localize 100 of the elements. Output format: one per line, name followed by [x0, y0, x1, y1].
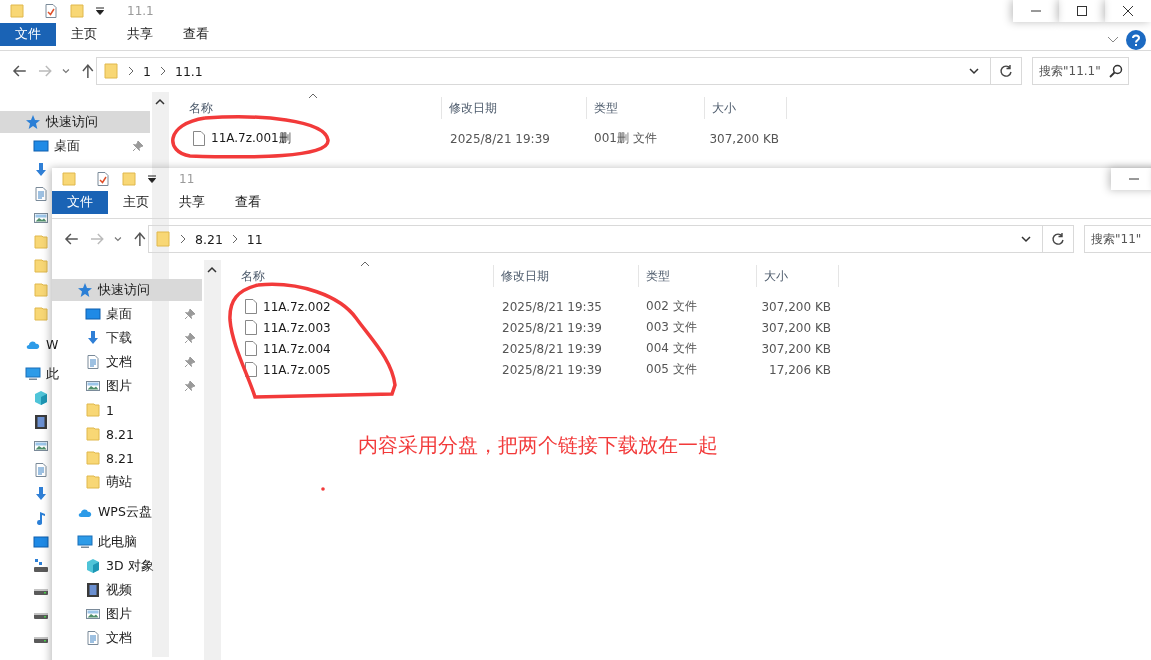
- breadcrumb-chevron-icon[interactable]: [179, 234, 187, 244]
- document-icon[interactable]: [33, 462, 49, 478]
- column-header[interactable]: 大小: [705, 97, 787, 119]
- nav-item[interactable]: 快速访问: [52, 279, 202, 301]
- column-header[interactable]: 名称: [169, 97, 442, 119]
- refresh-button[interactable]: [991, 57, 1022, 85]
- column-header[interactable]: 名称: [221, 265, 494, 287]
- ribbon-tab[interactable]: 主页: [108, 191, 164, 214]
- up-arrow-icon[interactable]: [132, 231, 148, 247]
- file-name[interactable]: 11A.7z.005: [221, 362, 494, 377]
- document-icon[interactable]: [85, 630, 101, 646]
- document-icon[interactable]: [85, 354, 101, 370]
- properties-icon[interactable]: [43, 3, 59, 19]
- pin-icon[interactable]: [184, 380, 196, 392]
- ribbon-tab[interactable]: 文件: [52, 191, 108, 214]
- film-icon[interactable]: [85, 582, 101, 598]
- breadcrumb-chevron-icon[interactable]: [230, 234, 239, 244]
- ribbon-tab[interactable]: 文件: [0, 23, 56, 46]
- picture-icon[interactable]: [85, 378, 101, 394]
- file-name[interactable]: 11A.7z.003: [221, 320, 494, 335]
- nav-item[interactable]: 桌面: [0, 135, 150, 157]
- breadcrumb-chevron-icon[interactable]: [158, 66, 167, 76]
- ribbon-tab[interactable]: 主页: [56, 23, 112, 46]
- sort-caret-icon[interactable]: [360, 261, 370, 267]
- document-icon[interactable]: [33, 186, 49, 202]
- download-arrow-icon[interactable]: [33, 486, 49, 502]
- refresh-icon[interactable]: [999, 64, 1013, 78]
- pin-icon[interactable]: [184, 308, 196, 320]
- nav-item[interactable]: 视频: [52, 579, 134, 601]
- address-bar[interactable]: 1 11.1: [96, 57, 991, 85]
- sort-caret-icon[interactable]: [308, 93, 318, 99]
- back-arrow-icon[interactable]: [12, 63, 28, 79]
- download-arrow-icon[interactable]: [85, 330, 101, 346]
- properties-icon[interactable]: [95, 171, 111, 187]
- back-arrow-icon[interactable]: [64, 231, 80, 247]
- chevron-down-icon[interactable]: [1020, 233, 1032, 245]
- pin-icon[interactable]: [184, 356, 196, 368]
- star-icon[interactable]: [25, 114, 41, 130]
- nav-item[interactable]: 此电脑: [52, 531, 139, 553]
- breadcrumb[interactable]: 1: [143, 63, 151, 79]
- close-icon[interactable]: [1123, 6, 1133, 16]
- ribbon-tab[interactable]: 查看: [220, 191, 276, 214]
- refresh-icon[interactable]: [1051, 232, 1065, 246]
- help-icon[interactable]: [1126, 30, 1146, 50]
- nav-item[interactable]: 3D 对象: [52, 555, 156, 577]
- scroll-up-icon[interactable]: [207, 266, 217, 274]
- picture-icon[interactable]: [33, 438, 49, 454]
- search-field[interactable]: 搜索"11": [1084, 225, 1151, 253]
- file-name[interactable]: 11A.7z.002: [221, 299, 494, 314]
- download-arrow-icon[interactable]: [33, 162, 49, 178]
- ribbon-tab[interactable]: 查看: [168, 23, 224, 46]
- breadcrumb-chevron-icon[interactable]: [127, 66, 135, 76]
- maximize-icon[interactable]: [1077, 6, 1087, 16]
- picture-icon[interactable]: [33, 210, 49, 226]
- nav-item[interactable]: 8.21: [52, 447, 136, 469]
- cube-icon[interactable]: [33, 390, 49, 406]
- ribbon-tab[interactable]: 共享: [164, 191, 220, 214]
- address-bar[interactable]: 8.21 11: [148, 225, 1043, 253]
- search-field[interactable]: 搜索"11.1": [1032, 57, 1129, 85]
- desktop-icon[interactable]: [33, 138, 49, 154]
- desktop-icon[interactable]: [85, 306, 101, 322]
- nav-item[interactable]: 此: [0, 363, 61, 385]
- scroll-up-icon[interactable]: [155, 98, 165, 106]
- nav-item[interactable]: 快速访问: [0, 111, 150, 133]
- up-arrow-icon[interactable]: [80, 63, 96, 79]
- breadcrumb[interactable]: 8.21: [195, 231, 223, 247]
- search-icon[interactable]: [1109, 64, 1123, 78]
- pin-icon[interactable]: [132, 140, 144, 152]
- nav-item[interactable]: 文档: [52, 627, 134, 649]
- nav-item[interactable]: WPS云盘: [52, 501, 154, 523]
- nav-item[interactable]: 图片: [52, 603, 134, 625]
- chevron-down-icon[interactable]: [968, 65, 980, 77]
- column-header[interactable]: 修改日期: [494, 265, 639, 287]
- nav-item[interactable]: 8.21: [52, 423, 136, 445]
- breadcrumb[interactable]: 11: [246, 231, 263, 247]
- network-drive-icon[interactable]: [33, 558, 49, 574]
- nav-item[interactable]: 萌站: [52, 471, 134, 493]
- desktop-icon[interactable]: [33, 534, 49, 550]
- dropdown-icon[interactable]: [147, 174, 157, 184]
- picture-icon[interactable]: [85, 606, 101, 622]
- computer-icon[interactable]: [77, 534, 93, 550]
- file-name[interactable]: 11A.7z.001删: [169, 130, 442, 147]
- cube-icon[interactable]: [85, 558, 101, 574]
- file-name[interactable]: 11A.7z.004: [221, 341, 494, 356]
- film-icon[interactable]: [33, 414, 49, 430]
- breadcrumb[interactable]: 11.1: [174, 63, 203, 79]
- refresh-button[interactable]: [1043, 225, 1074, 253]
- ribbon-tab[interactable]: 共享: [112, 23, 168, 46]
- column-header[interactable]: 大小: [757, 265, 839, 287]
- nav-item[interactable]: W: [0, 333, 61, 355]
- pin-icon[interactable]: [184, 332, 196, 344]
- file-icon: [245, 320, 257, 335]
- nav-item[interactable]: 桌面: [52, 303, 202, 325]
- column-header[interactable]: 修改日期: [442, 97, 587, 119]
- star-icon[interactable]: [77, 282, 93, 298]
- column-header[interactable]: 类型: [639, 265, 757, 287]
- nav-item[interactable]: 1: [52, 399, 116, 421]
- computer-icon[interactable]: [25, 366, 41, 382]
- column-header[interactable]: 类型: [587, 97, 705, 119]
- dropdown-icon[interactable]: [95, 6, 105, 16]
